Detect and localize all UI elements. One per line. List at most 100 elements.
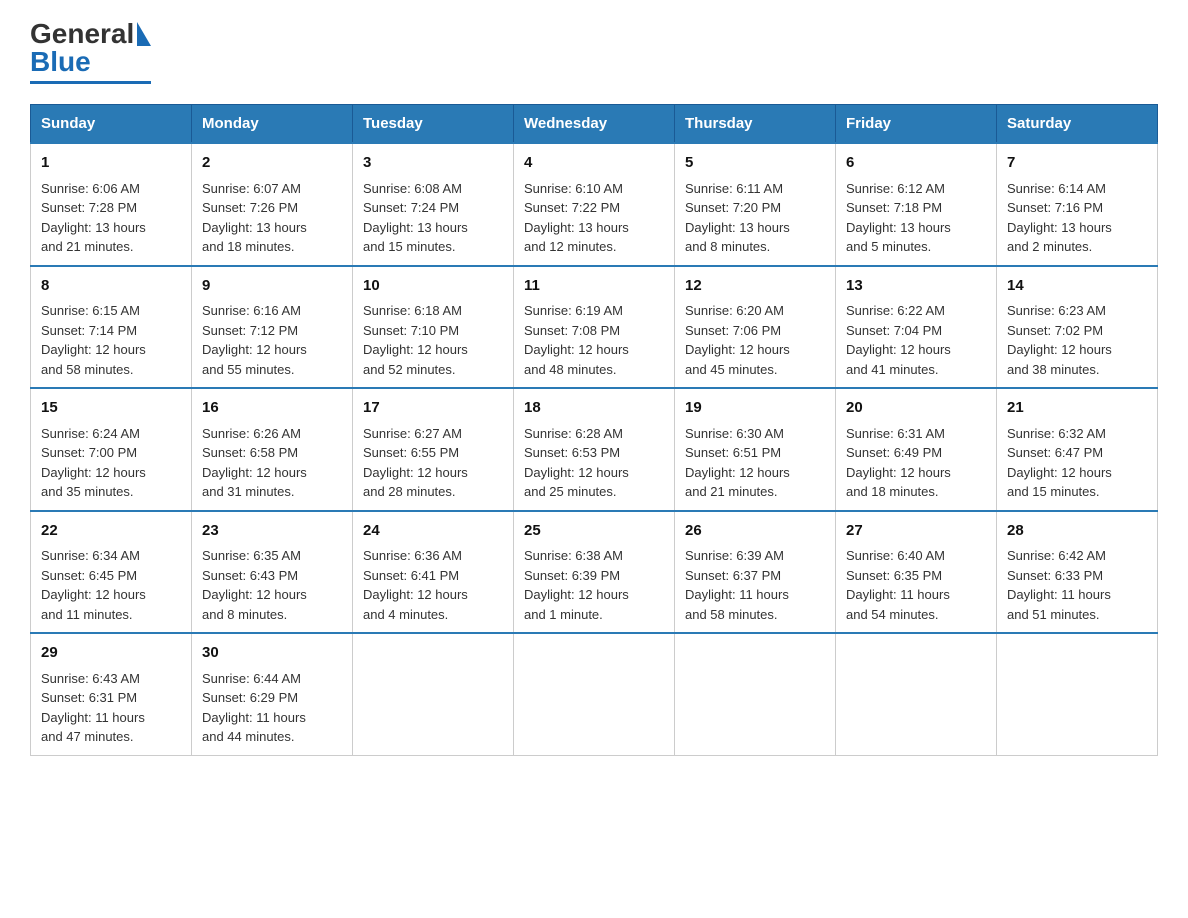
weekday-header-monday: Monday (192, 105, 353, 144)
day-info-21: Sunrise: 6:32 AM Sunset: 6:47 PM Dayligh… (1007, 424, 1147, 502)
day-number-15: 15 (41, 397, 181, 420)
empty-cell (353, 633, 514, 755)
day-cell-20: 20Sunrise: 6:31 AM Sunset: 6:49 PM Dayli… (836, 388, 997, 511)
day-number-23: 23 (202, 520, 342, 543)
day-number-6: 6 (846, 152, 986, 175)
day-cell-23: 23 Sunrise: 6:35 AM Sunset: 6:43 PM Dayli… (192, 511, 353, 634)
day-cell-11: 11 Sunrise: 6:19 AM Sunset: 7:08 PM Dayli… (514, 266, 675, 389)
day-info-6: Sunrise: 6:12 AM Sunset: 7:18 PM Dayligh… (846, 179, 986, 257)
day-cell-28: 28 Sunrise: 6:42 AM Sunset: 6:33 PM Dayli… (997, 511, 1158, 634)
day-number-28: 28 (1007, 520, 1147, 543)
day-info-7: Sunrise: 6:14 AM Sunset: 7:16 PM Dayligh… (1007, 179, 1147, 257)
week-row-5: 29 Sunrise: 6:43 AM Sunset: 6:31 PM Dayli… (31, 633, 1158, 755)
day-info-18: Sunrise: 6:28 AM Sunset: 6:53 PM Dayligh… (524, 424, 664, 502)
day-number-16: 16 (202, 397, 342, 420)
day-number-4: 4 (524, 152, 664, 175)
day-cell-14: 14 Sunrise: 6:23 AM Sunset: 7:02 PM Dayli… (997, 266, 1158, 389)
week-row-3: 15 Sunrise: 6:24 AM Sunset: 7:00 PM Dayli… (31, 388, 1158, 511)
day-number-30: 30 (202, 642, 342, 665)
weekday-header-saturday: Saturday (997, 105, 1158, 144)
page-header: General Blue (30, 20, 1158, 84)
day-info-11: Sunrise: 6:19 AM Sunset: 7:08 PM Dayligh… (524, 301, 664, 379)
day-cell-1: 1 Sunrise: 6:06 AM Sunset: 7:28 PM Daylig… (31, 143, 192, 266)
day-info-10: Sunrise: 6:18 AM Sunset: 7:10 PM Dayligh… (363, 301, 503, 379)
empty-cell (514, 633, 675, 755)
day-info-14: Sunrise: 6:23 AM Sunset: 7:02 PM Dayligh… (1007, 301, 1147, 379)
day-cell-9: 9 Sunrise: 6:16 AM Sunset: 7:12 PM Daylig… (192, 266, 353, 389)
day-cell-29: 29 Sunrise: 6:43 AM Sunset: 6:31 PM Dayli… (31, 633, 192, 755)
day-info-25: Sunrise: 6:38 AM Sunset: 6:39 PM Dayligh… (524, 546, 664, 624)
day-info-2: Sunrise: 6:07 AM Sunset: 7:26 PM Dayligh… (202, 179, 342, 257)
day-info-28: Sunrise: 6:42 AM Sunset: 6:33 PM Dayligh… (1007, 546, 1147, 624)
day-info-1: Sunrise: 6:06 AM Sunset: 7:28 PM Dayligh… (41, 179, 181, 257)
week-row-2: 8 Sunrise: 6:15 AM Sunset: 7:14 PM Daylig… (31, 266, 1158, 389)
day-info-24: Sunrise: 6:36 AM Sunset: 6:41 PM Dayligh… (363, 546, 503, 624)
week-row-1: 1 Sunrise: 6:06 AM Sunset: 7:28 PM Daylig… (31, 143, 1158, 266)
day-cell-5: 5Sunrise: 6:11 AM Sunset: 7:20 PM Daylig… (675, 143, 836, 266)
day-cell-24: 24 Sunrise: 6:36 AM Sunset: 6:41 PM Dayli… (353, 511, 514, 634)
day-info-30: Sunrise: 6:44 AM Sunset: 6:29 PM Dayligh… (202, 669, 342, 747)
day-number-27: 27 (846, 520, 986, 543)
day-number-26: 26 (685, 520, 825, 543)
weekday-header-wednesday: Wednesday (514, 105, 675, 144)
day-info-13: Sunrise: 6:22 AM Sunset: 7:04 PM Dayligh… (846, 301, 986, 379)
weekday-header-friday: Friday (836, 105, 997, 144)
day-number-29: 29 (41, 642, 181, 665)
day-cell-6: 6 Sunrise: 6:12 AM Sunset: 7:18 PM Daylig… (836, 143, 997, 266)
day-info-15: Sunrise: 6:24 AM Sunset: 7:00 PM Dayligh… (41, 424, 181, 502)
day-number-25: 25 (524, 520, 664, 543)
day-cell-3: 3Sunrise: 6:08 AM Sunset: 7:24 PM Daylig… (353, 143, 514, 266)
day-cell-17: 17 Sunrise: 6:27 AM Sunset: 6:55 PM Dayli… (353, 388, 514, 511)
day-cell-22: 22 Sunrise: 6:34 AM Sunset: 6:45 PM Dayli… (31, 511, 192, 634)
day-cell-16: 16 Sunrise: 6:26 AM Sunset: 6:58 PM Dayli… (192, 388, 353, 511)
logo-flag-icon (137, 22, 151, 46)
day-cell-8: 8 Sunrise: 6:15 AM Sunset: 7:14 PM Daylig… (31, 266, 192, 389)
day-number-18: 18 (524, 397, 664, 420)
day-info-12: Sunrise: 6:20 AM Sunset: 7:06 PM Dayligh… (685, 301, 825, 379)
day-number-22: 22 (41, 520, 181, 543)
weekday-header-row: SundayMondayTuesdayWednesdayThursdayFrid… (31, 105, 1158, 144)
day-number-12: 12 (685, 275, 825, 298)
day-number-2: 2 (202, 152, 342, 175)
weekday-header-tuesday: Tuesday (353, 105, 514, 144)
day-number-8: 8 (41, 275, 181, 298)
day-number-10: 10 (363, 275, 503, 298)
weekday-header-sunday: Sunday (31, 105, 192, 144)
day-info-26: Sunrise: 6:39 AM Sunset: 6:37 PM Dayligh… (685, 546, 825, 624)
day-info-19: Sunrise: 6:30 AM Sunset: 6:51 PM Dayligh… (685, 424, 825, 502)
day-number-13: 13 (846, 275, 986, 298)
day-cell-13: 13 Sunrise: 6:22 AM Sunset: 7:04 PM Dayli… (836, 266, 997, 389)
day-info-22: Sunrise: 6:34 AM Sunset: 6:45 PM Dayligh… (41, 546, 181, 624)
day-cell-4: 4Sunrise: 6:10 AM Sunset: 7:22 PM Daylig… (514, 143, 675, 266)
day-cell-27: 27Sunrise: 6:40 AM Sunset: 6:35 PM Dayli… (836, 511, 997, 634)
day-info-3: Sunrise: 6:08 AM Sunset: 7:24 PM Dayligh… (363, 179, 503, 257)
empty-cell (997, 633, 1158, 755)
day-info-5: Sunrise: 6:11 AM Sunset: 7:20 PM Dayligh… (685, 179, 825, 257)
day-number-14: 14 (1007, 275, 1147, 298)
day-cell-19: 19Sunrise: 6:30 AM Sunset: 6:51 PM Dayli… (675, 388, 836, 511)
day-cell-15: 15 Sunrise: 6:24 AM Sunset: 7:00 PM Dayli… (31, 388, 192, 511)
day-number-7: 7 (1007, 152, 1147, 175)
day-info-23: Sunrise: 6:35 AM Sunset: 6:43 PM Dayligh… (202, 546, 342, 624)
day-number-9: 9 (202, 275, 342, 298)
day-number-1: 1 (41, 152, 181, 175)
logo-general-part: General (30, 20, 134, 48)
day-number-11: 11 (524, 275, 664, 298)
day-info-17: Sunrise: 6:27 AM Sunset: 6:55 PM Dayligh… (363, 424, 503, 502)
day-cell-25: 25 Sunrise: 6:38 AM Sunset: 6:39 PM Dayli… (514, 511, 675, 634)
empty-cell (675, 633, 836, 755)
day-info-29: Sunrise: 6:43 AM Sunset: 6:31 PM Dayligh… (41, 669, 181, 747)
day-number-24: 24 (363, 520, 503, 543)
day-info-20: Sunrise: 6:31 AM Sunset: 6:49 PM Dayligh… (846, 424, 986, 502)
day-info-8: Sunrise: 6:15 AM Sunset: 7:14 PM Dayligh… (41, 301, 181, 379)
day-cell-18: 18 Sunrise: 6:28 AM Sunset: 6:53 PM Dayli… (514, 388, 675, 511)
day-cell-2: 2 Sunrise: 6:07 AM Sunset: 7:26 PM Daylig… (192, 143, 353, 266)
day-number-21: 21 (1007, 397, 1147, 420)
day-info-16: Sunrise: 6:26 AM Sunset: 6:58 PM Dayligh… (202, 424, 342, 502)
week-row-4: 22 Sunrise: 6:34 AM Sunset: 6:45 PM Dayli… (31, 511, 1158, 634)
day-cell-7: 7 Sunrise: 6:14 AM Sunset: 7:16 PM Daylig… (997, 143, 1158, 266)
day-cell-10: 10 Sunrise: 6:18 AM Sunset: 7:10 PM Dayli… (353, 266, 514, 389)
calendar-table: SundayMondayTuesdayWednesdayThursdayFrid… (30, 104, 1158, 756)
day-number-17: 17 (363, 397, 503, 420)
day-info-9: Sunrise: 6:16 AM Sunset: 7:12 PM Dayligh… (202, 301, 342, 379)
